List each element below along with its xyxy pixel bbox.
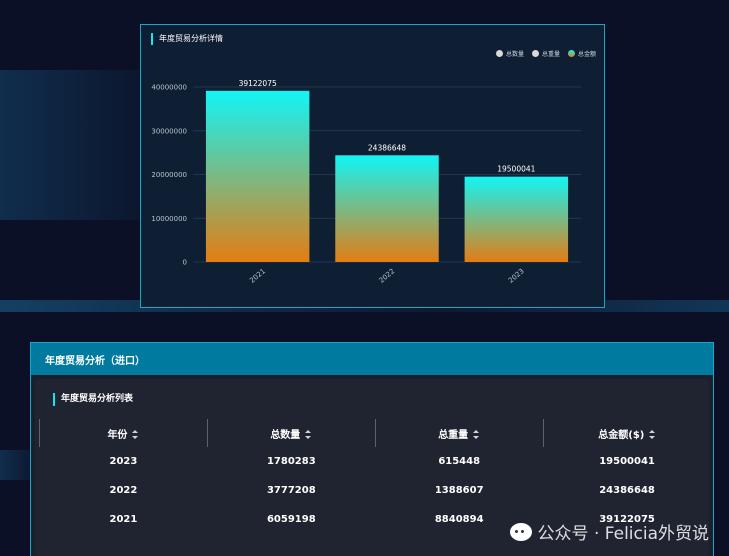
table-cell: 3777208 [266, 485, 316, 496]
y-tick-label: 0 [183, 259, 187, 267]
x-tick-label: 2022 [378, 267, 397, 285]
table-cell: 1780283 [266, 456, 316, 467]
table-cell: 2022 [109, 485, 138, 496]
data-label: 24386648 [368, 143, 406, 152]
watermark: 公众号 · Felicia外贸说 [509, 519, 709, 544]
sort-icon[interactable] [473, 430, 480, 439]
table-cell: 2021 [109, 514, 138, 525]
column-header-label: 总数量 [270, 429, 301, 441]
bar[interactable] [335, 155, 439, 262]
table-subtitle: 年度贸易分析列表 [53, 393, 133, 406]
y-tick-label: 30000000 [151, 127, 187, 135]
background-band [0, 70, 160, 220]
table-cell: 19500041 [599, 456, 655, 467]
column-header-amount[interactable]: 总金额($) [542, 419, 711, 447]
y-tick-label: 40000000 [151, 84, 187, 92]
table-cell: 6059198 [266, 514, 316, 525]
column-header-label: 总金额($) [598, 429, 645, 441]
table-row[interactable]: 2022 3777208 1388607 24386648 [40, 476, 712, 505]
bar[interactable] [464, 176, 569, 262]
column-header-quantity[interactable]: 总数量 [206, 419, 376, 447]
sort-icon[interactable] [305, 430, 312, 439]
bar-chart: 0 10000000 20000000 30000000 40000000 3912207… [151, 79, 581, 285]
column-header-label: 年份 [107, 429, 128, 441]
data-label: 19500041 [497, 165, 535, 174]
table-cell: 2023 [109, 456, 138, 467]
trade-table: 年份 总数量 总重量 总金额($) 2023 1780283 615448 19… [39, 419, 711, 534]
table-header-row: 年份 总数量 总重量 总金额($) [39, 419, 711, 447]
table-panel-title: 年度贸易分析（进口） [31, 343, 713, 375]
data-label: 39122075 [239, 79, 277, 88]
x-tick-label: 2021 [248, 267, 267, 285]
sort-icon[interactable] [132, 430, 139, 439]
chart-panel: 年度贸易分析详情 总数量 总重量 总金额 0 10000000 20000000 30… [140, 24, 605, 308]
table-row[interactable]: 2023 1780283 615448 19500041 [40, 447, 712, 476]
table-cell: 24386648 [599, 485, 655, 496]
bar[interactable] [205, 90, 310, 263]
y-tick-label: 20000000 [151, 171, 187, 179]
table-cell: 1388607 [434, 485, 484, 496]
column-header-label: 总重量 [438, 429, 469, 441]
column-header-weight[interactable]: 总重量 [374, 419, 544, 447]
column-header-year[interactable]: 年份 [39, 419, 208, 447]
wechat-icon [509, 522, 532, 541]
table-cell: 615448 [438, 456, 481, 467]
x-tick-label: 2023 [507, 267, 526, 285]
sort-icon[interactable] [649, 430, 656, 439]
watermark-text: 公众号 · Felicia外贸说 [537, 524, 709, 544]
y-tick-label: 10000000 [151, 215, 187, 223]
